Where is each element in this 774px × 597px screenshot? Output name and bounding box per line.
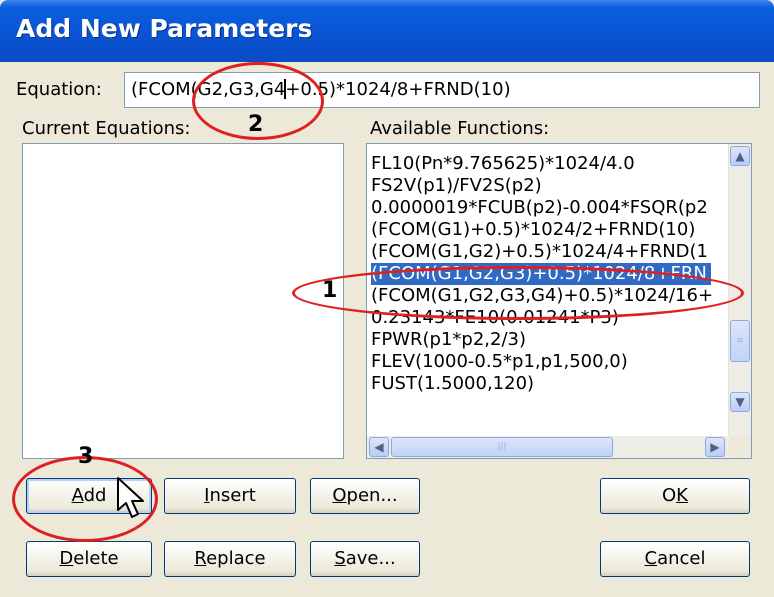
function-item[interactable]: 0.0000019*FCUB(p2)-0.004*FSQR(p2 <box>371 197 708 219</box>
current-equations-list[interactable] <box>22 143 344 459</box>
function-item[interactable]: (FCOM(G1)+0.5)*1024/2+FRND(10) <box>371 219 695 241</box>
cancel-button[interactable]: Cancel <box>600 541 750 577</box>
function-item[interactable]: FLEV(1000-0.5*p1,p1,500,0) <box>371 351 628 373</box>
current-equations-label: Current Equations: <box>22 118 191 139</box>
save-button[interactable]: Save... <box>310 541 420 577</box>
horizontal-scrollbar[interactable]: ◀ ||| ▶ <box>367 436 731 458</box>
scroll-left-icon[interactable]: ◀ <box>369 437 389 457</box>
horizontal-scroll-thumb[interactable]: ||| <box>391 437 613 457</box>
replace-button[interactable]: Replace <box>164 541 296 577</box>
equation-label: Equation: <box>16 79 102 100</box>
function-item[interactable]: FS2V(p1)/FV2S(p2) <box>371 175 542 197</box>
delete-button[interactable]: Delete <box>26 541 152 577</box>
scroll-down-icon[interactable]: ▼ <box>730 392 750 412</box>
function-item[interactable]: FL10(Pn*9.765625)*1024/4.0 <box>371 153 635 175</box>
scrollbar-corner <box>729 436 751 458</box>
scroll-right-icon[interactable]: ▶ <box>705 437 725 457</box>
annotation-number-2: 2 <box>248 112 264 137</box>
vertical-scroll-thumb[interactable]: ≡ <box>730 320 750 362</box>
annotation-number-1: 1 <box>322 278 338 303</box>
scroll-up-icon[interactable]: ▲ <box>730 146 750 166</box>
available-functions-label: Available Functions: <box>370 118 550 139</box>
insert-button[interactable]: Insert <box>164 478 296 514</box>
annotation-circle-1 <box>292 266 744 320</box>
title-bar: Add New Parameters <box>0 0 774 62</box>
function-item[interactable]: FPWR(p1*p2,2/3) <box>371 329 526 351</box>
window-title: Add New Parameters <box>16 14 313 43</box>
annotation-number-3: 3 <box>78 444 94 469</box>
mouse-pointer-icon <box>117 477 144 518</box>
function-item[interactable]: FUST(1.5000,120) <box>371 373 534 395</box>
function-item[interactable]: (FCOM(G1,G2)+0.5)*1024/4+FRND(1 <box>371 241 708 263</box>
ok-button[interactable]: OK <box>600 478 750 514</box>
open-button[interactable]: Open... <box>310 478 420 514</box>
